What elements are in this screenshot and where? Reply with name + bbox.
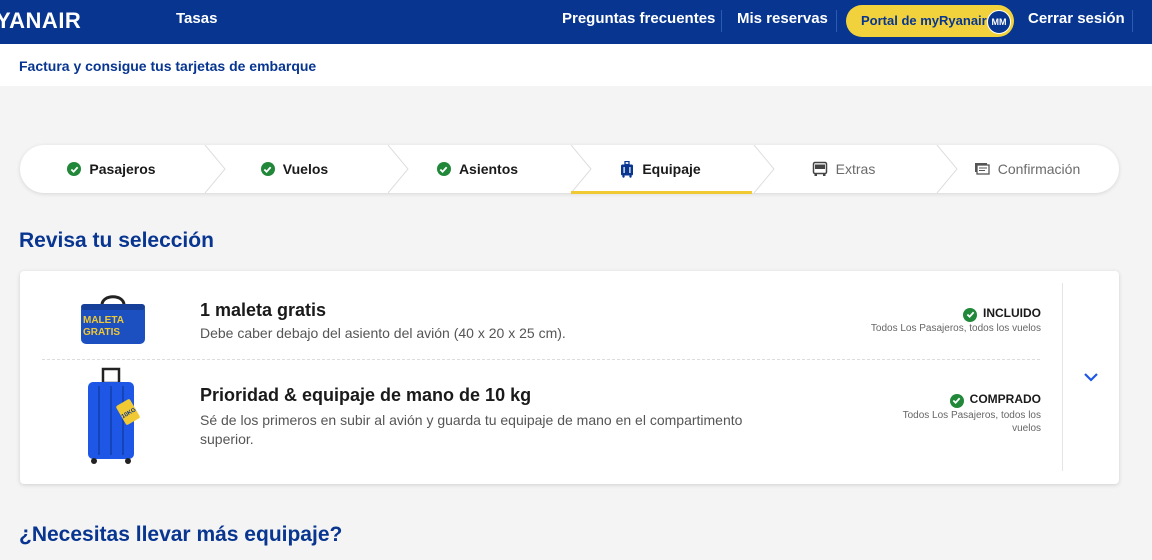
bus-icon	[812, 161, 827, 176]
small-bag-image: MALETA GRATIS	[81, 295, 145, 344]
step-seats[interactable]: Asientos	[386, 145, 569, 193]
status-label: INCLUIDO	[983, 306, 1041, 320]
vertical-divider	[1062, 283, 1063, 471]
step-label: Asientos	[458, 161, 519, 177]
status-label: COMPRADO	[969, 392, 1041, 406]
item-description: Debe caber debajo del asiento del avión …	[200, 325, 566, 341]
status-scope-line2: vuelos	[1012, 423, 1041, 434]
bag-text-line1: MALETA	[83, 315, 124, 326]
luggage-icon	[621, 160, 634, 178]
nav-link-faq[interactable]: Preguntas frecuentes	[562, 10, 715, 27]
step-extras[interactable]: Extras	[752, 145, 935, 193]
bag-text-line2: GRATIS	[83, 327, 120, 338]
nav-link-my-bookings[interactable]: Mis reservas	[737, 10, 828, 27]
status-badge: INCLUIDO	[963, 306, 1041, 322]
booking-progress-stepper: Pasajeros Vuelos Asientos Equipaje Extra…	[20, 145, 1119, 193]
active-step-indicator	[571, 191, 752, 194]
step-label: Vuelos	[282, 161, 329, 177]
step-confirmation[interactable]: Confirmación	[935, 145, 1119, 193]
step-passengers[interactable]: Pasajeros	[20, 145, 203, 193]
review-heading: Revisa tu selección	[19, 229, 214, 252]
nav-separator	[836, 10, 837, 32]
nav-link-fees[interactable]: Tasas	[176, 10, 217, 27]
status-scope: Todos Los Pasajeros, todos los vuelos	[870, 323, 1041, 334]
check-icon	[436, 162, 451, 176]
chevron-down-icon[interactable]	[1083, 371, 1099, 383]
item-title: 1 maleta gratis	[200, 300, 327, 320]
check-icon	[963, 307, 977, 322]
logout-link[interactable]: Cerrar sesión	[1028, 10, 1125, 27]
item-description-line1: Sé de los primeros en subir al avión y g…	[200, 412, 743, 428]
brand-logo[interactable]: YANAIR	[0, 8, 81, 34]
sub-header: Factura y consigue tus tarjetas de embar…	[0, 44, 1152, 86]
step-baggage[interactable]: Equipaje	[569, 145, 752, 193]
step-flights[interactable]: Vuelos	[203, 145, 386, 193]
tickets-icon	[974, 163, 990, 175]
avatar: MM	[987, 10, 1011, 34]
more-baggage-heading: ¿Necesitas llevar más equipaje?	[19, 523, 343, 546]
status-scope-line1: Todos Los Pasajeros, todos los	[902, 410, 1041, 421]
myryanair-portal-button[interactable]: Portal de myRyanair MM	[846, 5, 1014, 37]
check-icon	[67, 162, 82, 176]
check-icon	[949, 393, 964, 408]
item-title: Prioridad & equipaje de mano de 10 kg	[200, 385, 532, 405]
step-label: Equipaje	[642, 161, 701, 177]
baggage-summary-card: MALETA GRATIS 1 maleta gratis Debe caber…	[20, 271, 1119, 484]
cabin-suitcase-image: 10KG	[88, 367, 140, 464]
page-title: Factura y consigue tus tarjetas de embar…	[19, 58, 317, 74]
top-navigation-bar: YANAIR Tasas Preguntas frecuentes Mis re…	[0, 0, 1152, 44]
item-description-line2: superior.	[200, 431, 254, 447]
step-label: Extras	[835, 161, 876, 177]
item-divider	[42, 359, 1040, 360]
status-badge: COMPRADO	[949, 392, 1041, 408]
nav-separator	[721, 10, 722, 32]
step-label: Pasajeros	[89, 161, 156, 177]
portal-label: Portal de myRyanair	[861, 13, 987, 28]
check-icon	[260, 162, 275, 176]
nav-separator	[1132, 10, 1133, 32]
step-label: Confirmación	[997, 161, 1081, 177]
